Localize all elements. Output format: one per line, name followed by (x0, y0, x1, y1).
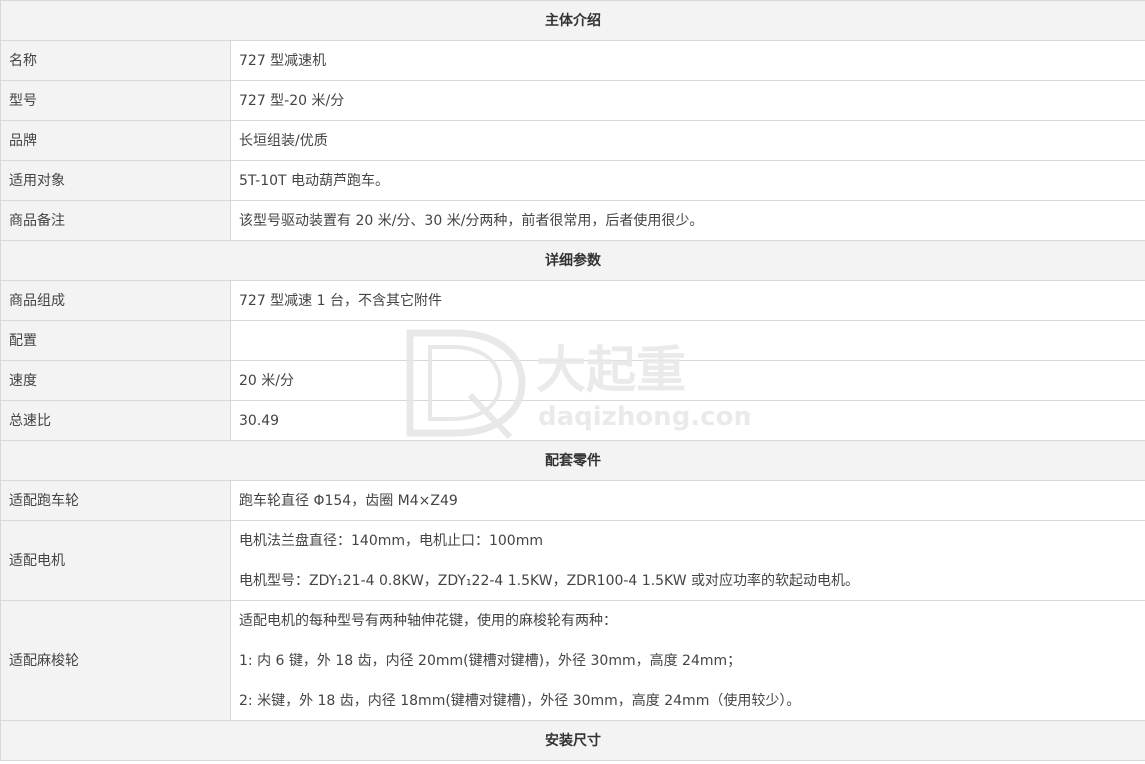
value-brand: 长垣组装/优质 (230, 120, 1145, 161)
motor-line-1: 电机法兰盘直径：140mm，电机止口：100mm (239, 532, 543, 549)
table-row: 商品组成 727 型减速 1 台，不含其它附件 (0, 280, 1145, 321)
section-title-intro: 主体介绍 (0, 0, 1145, 41)
label-wheel: 适配跑车轮 (0, 480, 231, 521)
table-row: 配置 (0, 320, 1145, 361)
value-target: 5T-10T 电动葫芦跑车。 (230, 160, 1145, 201)
value-spline: 适配电机的每种型号有两种轴伸花键，使用的麻梭轮有两种： 1: 内 6 键，外 1… (230, 600, 1145, 721)
table-row: 总速比 30.49 (0, 400, 1145, 441)
section-row: 主体介绍 (0, 0, 1145, 41)
spline-line-1: 适配电机的每种型号有两种轴伸花键，使用的麻梭轮有两种： (239, 612, 617, 629)
spline-line-3: 2: 米键，外 18 齿，内径 18mm(键槽对键槽)，外径 30mm，高度 2… (239, 692, 801, 709)
spec-sheet: 主体介绍 名称 727 型减速机 型号 727 型-20 米/分 品牌 长垣组装… (0, 0, 1145, 764)
label-note: 商品备注 (0, 200, 231, 241)
table-row: 名称 727 型减速机 (0, 40, 1145, 81)
value-name: 727 型减速机 (230, 40, 1145, 81)
section-row: 安装尺寸 (0, 720, 1145, 761)
label-brand: 品牌 (0, 120, 231, 161)
value-composition: 727 型减速 1 台，不含其它附件 (230, 280, 1145, 321)
label-ratio: 总速比 (0, 400, 231, 441)
table-row: 速度 20 米/分 (0, 360, 1145, 401)
value-wheel: 跑车轮直径 Φ154，齿圈 M4×Z49 (230, 480, 1145, 521)
table-row: 适配跑车轮 跑车轮直径 Φ154，齿圈 M4×Z49 (0, 480, 1145, 521)
label-spline: 适配麻梭轮 (0, 600, 231, 721)
label-motor: 适配电机 (0, 520, 231, 601)
table-row: 商品备注 该型号驱动装置有 20 米/分、30 米/分两种，前者很常用，后者使用… (0, 200, 1145, 241)
table-row: 型号 727 型-20 米/分 (0, 80, 1145, 121)
spec-table: 主体介绍 名称 727 型减速机 型号 727 型-20 米/分 品牌 长垣组装… (0, 0, 1145, 761)
section-title-parts: 配套零件 (0, 440, 1145, 481)
section-row: 配套零件 (0, 440, 1145, 481)
table-row: 适配电机 电机法兰盘直径：140mm，电机止口：100mm 电机型号：ZDY₁2… (0, 520, 1145, 601)
value-motor: 电机法兰盘直径：140mm，电机止口：100mm 电机型号：ZDY₁21-4 0… (230, 520, 1145, 601)
value-note: 该型号驱动装置有 20 米/分、30 米/分两种，前者很常用，后者使用很少。 (230, 200, 1145, 241)
motor-line-2: 电机型号：ZDY₁21-4 0.8KW，ZDY₁22-4 1.5KW，ZDR10… (239, 572, 860, 589)
label-model: 型号 (0, 80, 231, 121)
value-ratio: 30.49 (230, 400, 1145, 441)
table-row: 适用对象 5T-10T 电动葫芦跑车。 (0, 160, 1145, 201)
value-config (230, 320, 1145, 361)
section-title-details: 详细参数 (0, 240, 1145, 281)
value-speed: 20 米/分 (230, 360, 1145, 401)
value-model: 727 型-20 米/分 (230, 80, 1145, 121)
section-row: 详细参数 (0, 240, 1145, 281)
label-target: 适用对象 (0, 160, 231, 201)
table-row: 品牌 长垣组装/优质 (0, 120, 1145, 161)
label-config: 配置 (0, 320, 231, 361)
spline-line-2: 1: 内 6 键，外 18 齿，内径 20mm(键槽对键槽)，外径 30mm，高… (239, 652, 742, 669)
label-speed: 速度 (0, 360, 231, 401)
section-title-install: 安装尺寸 (0, 720, 1145, 761)
table-row: 适配麻梭轮 适配电机的每种型号有两种轴伸花键，使用的麻梭轮有两种： 1: 内 6… (0, 600, 1145, 721)
label-composition: 商品组成 (0, 280, 231, 321)
label-name: 名称 (0, 40, 231, 81)
